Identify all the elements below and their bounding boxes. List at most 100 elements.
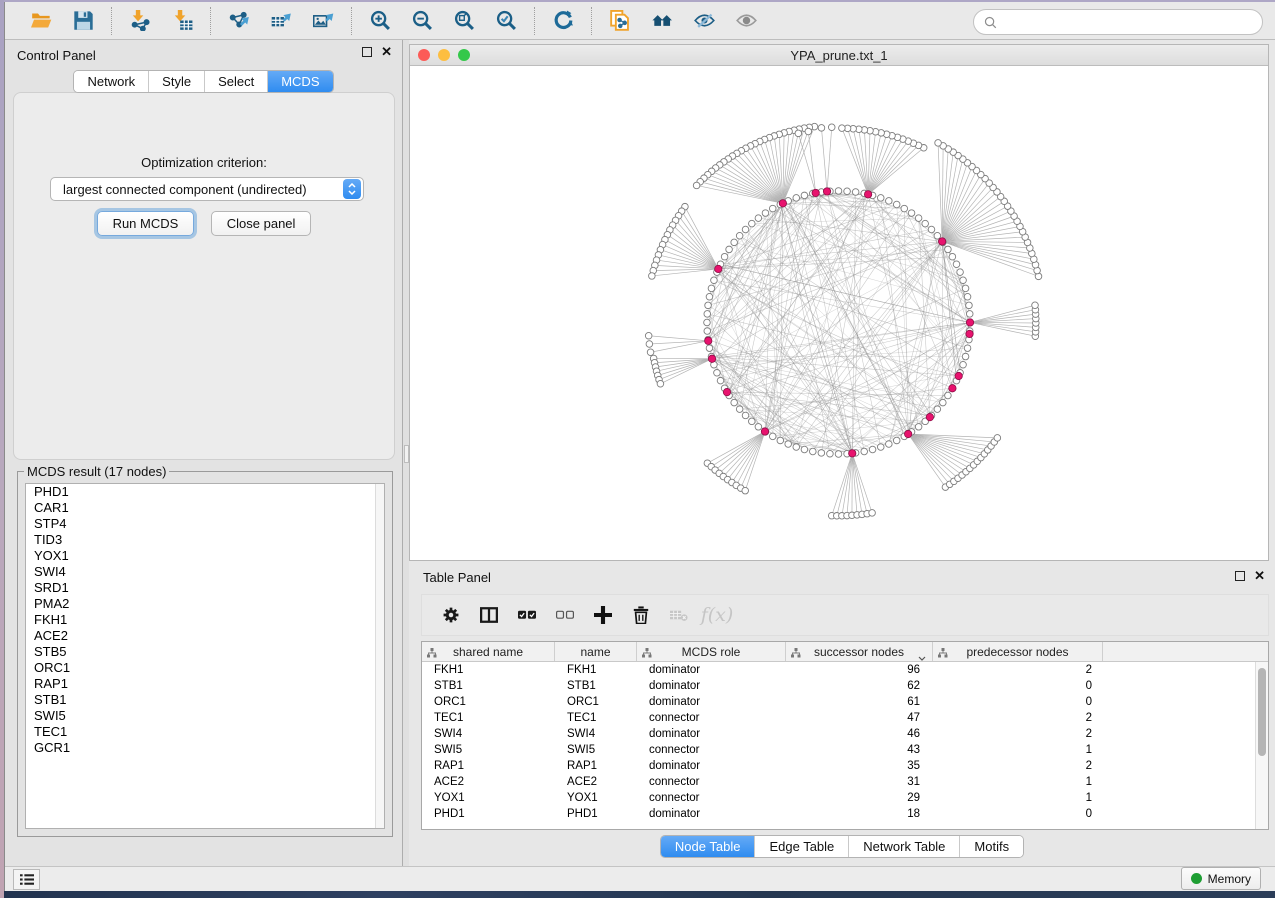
export-image-icon[interactable] bbox=[307, 6, 339, 36]
gear-icon[interactable] bbox=[436, 601, 466, 629]
mcds-result-item[interactable]: STB1 bbox=[26, 692, 384, 708]
hide-selected-icon[interactable] bbox=[688, 6, 720, 36]
export-network-icon[interactable] bbox=[223, 6, 255, 36]
table-panel: Table Panel ✕ f(x) shared namenameMCDS r… bbox=[409, 564, 1275, 866]
table-row[interactable]: RAP1RAP1dominator352 bbox=[422, 758, 1268, 774]
column-header-shared-name[interactable]: shared name bbox=[422, 642, 555, 661]
refresh-icon[interactable] bbox=[547, 6, 579, 36]
float-table-panel-icon[interactable] bbox=[1235, 571, 1245, 581]
tab-motifs[interactable]: Motifs bbox=[960, 836, 1023, 857]
mcds-result-item[interactable]: STP4 bbox=[26, 516, 384, 532]
run-mcds-button[interactable]: Run MCDS bbox=[97, 211, 195, 236]
table-panel-header: Table Panel ✕ bbox=[409, 564, 1275, 588]
fx-icon[interactable]: f(x) bbox=[702, 601, 732, 629]
mcds-result-item[interactable]: PHD1 bbox=[26, 484, 384, 500]
table-row[interactable]: SWI4SWI4dominator462 bbox=[422, 726, 1268, 742]
zoom-in-icon[interactable] bbox=[364, 6, 396, 36]
sort-desc-icon bbox=[918, 650, 926, 655]
table-cell: 43 bbox=[786, 744, 933, 756]
criterion-dropdown[interactable]: largest connected component (undirected) bbox=[50, 177, 364, 201]
memory-button[interactable]: Memory bbox=[1181, 867, 1261, 890]
table-row[interactable]: TEC1TEC1connector472 bbox=[422, 710, 1268, 726]
mcds-result-item[interactable]: FKH1 bbox=[26, 612, 384, 628]
tab-network[interactable]: Network bbox=[74, 71, 149, 92]
mcds-result-item[interactable]: TID3 bbox=[26, 532, 384, 548]
table-row[interactable]: FKH1FKH1dominator962 bbox=[422, 662, 1268, 678]
tab-select[interactable]: Select bbox=[205, 71, 268, 92]
show-all-icon[interactable] bbox=[730, 6, 762, 36]
column-header-name[interactable]: name bbox=[555, 642, 637, 661]
memory-status-dot bbox=[1191, 873, 1202, 884]
search-input[interactable] bbox=[1003, 15, 1252, 29]
mcds-result-legend: MCDS result (17 nodes) bbox=[24, 464, 169, 479]
mcds-result-item[interactable]: PMA2 bbox=[26, 596, 384, 612]
table-scrollbar[interactable] bbox=[1255, 662, 1268, 829]
mcds-result-item[interactable]: SWI4 bbox=[26, 564, 384, 580]
column-header-MCDS-role[interactable]: MCDS role bbox=[637, 642, 786, 661]
table-row[interactable]: STB1STB1dominator620 bbox=[422, 678, 1268, 694]
zoom-out-icon[interactable] bbox=[406, 6, 438, 36]
table-row[interactable]: SWI5SWI5connector431 bbox=[422, 742, 1268, 758]
table-cell: SWI4 bbox=[555, 728, 637, 740]
table-cell: TEC1 bbox=[422, 712, 555, 724]
zoom-selected-icon[interactable] bbox=[490, 6, 522, 36]
mcds-result-item[interactable]: ACE2 bbox=[26, 628, 384, 644]
mcds-result-list[interactable]: PHD1CAR1STP4TID3YOX1SWI4SRD1PMA2FKH1ACE2… bbox=[25, 483, 385, 829]
close-panel-icon[interactable]: ✕ bbox=[381, 47, 392, 57]
delete-column-icon[interactable] bbox=[626, 601, 656, 629]
tab-edge-table[interactable]: Edge Table bbox=[755, 836, 849, 857]
search-icon bbox=[984, 16, 997, 29]
deselect-all-icon[interactable] bbox=[550, 601, 580, 629]
close-panel-button[interactable]: Close panel bbox=[211, 211, 312, 236]
panel-splitter[interactable] bbox=[402, 40, 409, 866]
select-all-icon[interactable] bbox=[512, 601, 542, 629]
search-box[interactable] bbox=[973, 9, 1263, 35]
tab-mcds[interactable]: MCDS bbox=[268, 71, 332, 92]
tab-node-table[interactable]: Node Table bbox=[661, 836, 756, 857]
mcds-result-item[interactable]: ORC1 bbox=[26, 660, 384, 676]
add-column-icon[interactable] bbox=[588, 601, 618, 629]
mcds-result-item[interactable]: CAR1 bbox=[26, 500, 384, 516]
first-neighbors-icon[interactable] bbox=[646, 6, 678, 36]
table-cell: STB1 bbox=[555, 680, 637, 692]
import-table-icon[interactable] bbox=[166, 6, 198, 36]
close-table-panel-icon[interactable]: ✕ bbox=[1254, 571, 1265, 581]
split-panel-icon[interactable] bbox=[474, 601, 504, 629]
mcds-result-item[interactable]: STB5 bbox=[26, 644, 384, 660]
float-panel-icon[interactable] bbox=[362, 47, 372, 57]
dropdown-stepper-icon bbox=[343, 179, 361, 199]
mcds-result-item[interactable]: YOX1 bbox=[26, 548, 384, 564]
clone-network-icon[interactable] bbox=[604, 6, 636, 36]
mcds-result-item[interactable]: GCR1 bbox=[26, 740, 384, 756]
table-cell: ACE2 bbox=[555, 776, 637, 788]
import-network-icon[interactable] bbox=[124, 6, 156, 36]
network-titlebar[interactable]: YPA_prune.txt_1 bbox=[410, 45, 1268, 66]
column-label: successor nodes bbox=[814, 645, 904, 659]
network-canvas[interactable] bbox=[410, 66, 1268, 560]
show-panels-button[interactable] bbox=[13, 869, 40, 890]
mcds-list-scrollbar[interactable] bbox=[375, 484, 384, 828]
column-header-predecessor-nodes[interactable]: predecessor nodes bbox=[933, 642, 1103, 661]
table-scrollbar-thumb[interactable] bbox=[1258, 668, 1266, 756]
control-panel-tabs: NetworkStyleSelectMCDS bbox=[5, 70, 402, 93]
mcds-result-item[interactable]: TEC1 bbox=[26, 724, 384, 740]
delete-table-icon[interactable] bbox=[664, 601, 694, 629]
table-row[interactable]: PHD1PHD1dominator180 bbox=[422, 806, 1268, 822]
open-file-icon[interactable] bbox=[25, 6, 57, 36]
desktop-edge-left bbox=[0, 0, 4, 898]
tab-network-table[interactable]: Network Table bbox=[849, 836, 960, 857]
mcds-result-item[interactable]: SWI5 bbox=[26, 708, 384, 724]
table-row[interactable]: ACE2ACE2connector311 bbox=[422, 774, 1268, 790]
table-row[interactable]: ORC1ORC1dominator610 bbox=[422, 694, 1268, 710]
node-table: shared namenameMCDS role successor nodes p… bbox=[421, 641, 1269, 830]
column-header-successor-nodes[interactable]: successor nodes bbox=[786, 642, 933, 661]
export-table-icon[interactable] bbox=[265, 6, 297, 36]
table-row[interactable]: YOX1YOX1connector291 bbox=[422, 790, 1268, 806]
zoom-fit-icon[interactable] bbox=[448, 6, 480, 36]
desktop: Control Panel ✕ NetworkStyleSelectMCDS O… bbox=[0, 0, 1275, 898]
mcds-result-item[interactable]: SRD1 bbox=[26, 580, 384, 596]
cytoscape-window: Control Panel ✕ NetworkStyleSelectMCDS O… bbox=[4, 2, 1275, 891]
tab-style[interactable]: Style bbox=[149, 71, 205, 92]
save-session-icon[interactable] bbox=[67, 6, 99, 36]
mcds-result-item[interactable]: RAP1 bbox=[26, 676, 384, 692]
